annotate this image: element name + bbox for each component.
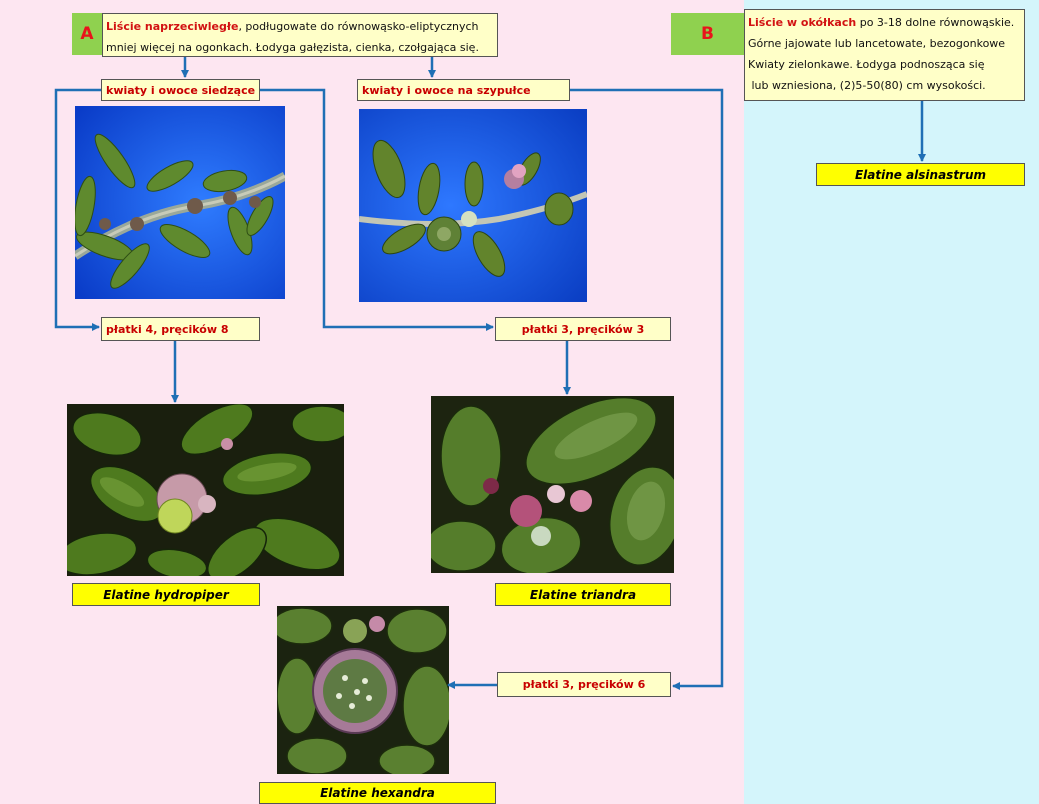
node-sessile-label: kwiaty i owoce siedzące (106, 83, 256, 97)
photo-elatine-triandra (431, 396, 674, 573)
node-petals-4-label: płatki 4, pręcików 8 (106, 322, 229, 336)
key-a-letter: A (80, 24, 94, 44)
species-hexandra: Elatine hexandra (259, 782, 496, 804)
photo-stalked-flowers (359, 109, 587, 302)
photo-elatine-hexandra (277, 606, 449, 774)
key-b-line3: Kwiaty zielonkawe. Łodyga podnosząca się (748, 58, 985, 71)
photo-elatine-hydropiper (67, 404, 344, 576)
species-alsinastrum-label: Elatine alsinastrum (854, 167, 987, 182)
photo-sessile-flowers (75, 106, 285, 299)
key-b-line2: Górne jajowate lub lancetowate, bezogonk… (748, 37, 1006, 50)
species-hydropiper: Elatine hydropiper (72, 583, 260, 606)
key-b-title-emphasis: Liście w okółkach (748, 16, 857, 29)
key-a-tag: A (72, 13, 102, 55)
species-hydropiper-label: Elatine hydropiper (103, 587, 229, 602)
key-b-description: Liście w okółkach po 3-18 dolne równowąs… (744, 9, 1025, 101)
panel-b-background (744, 0, 1039, 804)
node-petals-3-stamens-6: płatki 3, pręcików 6 (497, 672, 671, 697)
key-b-title-rest: po 3-18 dolne równowąskie. (856, 16, 1015, 29)
node-stalked-label: kwiaty i owoce na szypułce (362, 83, 531, 97)
key-a-title-rest: , podługowate do równowąsko-eliptycznych (238, 20, 479, 33)
node-sessile: kwiaty i owoce siedzące (101, 79, 260, 101)
key-b-letter: B (701, 24, 714, 44)
species-alsinastrum: Elatine alsinastrum (816, 163, 1025, 186)
species-hexandra-label: Elatine hexandra (320, 786, 435, 800)
species-triandra: Elatine triandra (495, 583, 671, 606)
node-petals-3-stamens-6-label: płatki 3, pręcików 6 (522, 678, 646, 691)
species-triandra-label: Elatine triandra (529, 587, 637, 602)
key-b-line4: lub wzniesiona, (2)5-50(80) cm wysokości… (748, 79, 986, 92)
node-petals-4: płatki 4, pręcików 8 (101, 317, 260, 341)
key-a-description: Liście naprzeciwległe, podługowate do ró… (102, 13, 498, 57)
node-petals-3-stamens-3: płatki 3, pręcików 3 (495, 317, 671, 341)
key-a-title-emphasis: Liście naprzeciwległe (106, 20, 239, 33)
node-petals-3-stamens-3-label: płatki 3, pręcików 3 (521, 322, 645, 336)
key-b-tag: B (671, 13, 744, 55)
key-a-line2: mniej więcej na ogonkach. Łodyga gałęzis… (106, 41, 479, 54)
node-stalked: kwiaty i owoce na szypułce (357, 79, 570, 101)
